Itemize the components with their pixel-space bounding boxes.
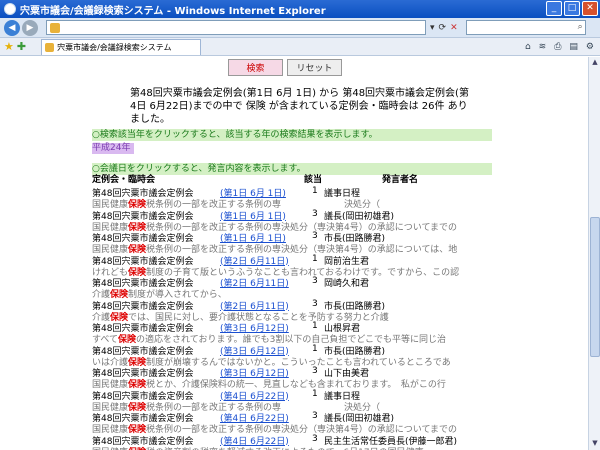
page-icon <box>50 22 60 33</box>
feeds-icon[interactable]: ≋ <box>539 42 547 52</box>
year-link[interactable]: 平成24年 <box>92 143 135 154</box>
row-hit-count: 3 <box>312 298 318 309</box>
window-title-bar: 宍粟市議会/会議録検索システム - Windows Internet Explo… <box>0 0 600 18</box>
add-favorite-icon[interactable]: ✚ <box>17 40 26 53</box>
row-date-link[interactable]: (第2日 6月11日) <box>220 276 289 289</box>
minimize-button[interactable]: _ <box>546 1 562 16</box>
result-row: 第48回宍粟市議会定例会 (第4日 6月22日) 3 民主生活常任委員長(伊藤一郎君)… <box>92 434 532 450</box>
result-row: 第48回宍粟市議会定例会 (第2日 6月11日) 3 岡崎久和君 介護保険制度が導入され… <box>92 276 532 300</box>
scroll-down-icon[interactable]: ▼ <box>590 439 600 449</box>
home-icon[interactable]: ⌂ <box>525 42 531 52</box>
back-button[interactable]: ◀ <box>4 19 20 36</box>
row-hit-count: 3 <box>312 276 318 286</box>
header-meeting: 定例会・臨時会 <box>92 175 156 185</box>
result-row: 第48回宍粟市議会定例会 (第1日 6月 1日) 1 議事日程 国民健康保険税条例の一部… <box>92 186 532 210</box>
page-menu-icon[interactable]: ▤ <box>569 42 578 52</box>
tab-bar: ★ ✚ 宍粟市議会/会議録検索システム ⌂ ≋ ⎙ ▤ ⚙ <box>0 38 600 56</box>
row-hit-count: 3 <box>312 208 318 219</box>
ie-icon <box>4 3 16 15</box>
result-row: 第48回宍粟市議会定例会 (第3日 6月12日) 1 市長(田路勝君) いは介護保険制度… <box>92 343 532 368</box>
row-hit-count: 1 <box>312 388 318 399</box>
result-row: 第48回宍粟市議会定例会 (第3日 6月12日) 1 山根昇君 すべて保険の適応をされて… <box>92 321 532 345</box>
dropdown-icon[interactable]: ▾ <box>430 23 435 33</box>
stop-icon[interactable]: ✕ <box>450 23 458 33</box>
page-content: 検索 リセット 第48回宍粟市議会定例会(第1日 6月 1日) から 第48回宍… <box>0 57 588 450</box>
result-row: 第48回宍粟市議会定例会 (第4日 6月22日) 1 議事日程 国民健康保険税条例の一部… <box>92 388 532 413</box>
url-field[interactable] <box>46 20 426 35</box>
window-title: 宍粟市議会/会議録検索システム - Windows Internet Explo… <box>20 5 326 17</box>
reset-button[interactable]: リセット <box>287 59 342 76</box>
tab-label: 宍粟市議会/会議録検索システム <box>57 42 172 52</box>
year-instruction: ○検索該当年をクリックすると、該当する年の検索結果を表示します。 <box>92 129 492 141</box>
row-snippet: 国民健康保険税の資産割の税率を軽減する改正によるもので、6月17日の国民健康 <box>92 445 424 450</box>
result-row: 第48回宍粟市議会定例会 (第2日 6月11日) 1 岡前治生君 けれども保険制度の子育… <box>92 253 532 278</box>
search-input[interactable]: ⌕ <box>465 20 586 35</box>
favorites-star-icon[interactable]: ★ <box>4 40 14 53</box>
row-speaker: 岡崎久和君 <box>324 279 370 289</box>
tab-current[interactable]: 宍粟市議会/会議録検索システム <box>41 38 202 55</box>
row-hit-count: 3 <box>312 231 318 241</box>
search-icon[interactable]: ⌕ <box>578 22 583 32</box>
refresh-icon[interactable]: ⟳ <box>439 23 447 33</box>
result-summary: 第48回宍粟市議会定例会(第1日 6月 1日) から 第48回宍粟市議会定例会(… <box>130 88 469 125</box>
row-hit-count: 3 <box>312 366 318 376</box>
scroll-up-icon[interactable]: ▲ <box>590 58 600 68</box>
result-row: 第48回宍粟市議会定例会 (第2日 6月11日) 3 市長(田路勝君) 介護保険では、国… <box>92 298 532 323</box>
close-button[interactable]: ✕ <box>582 1 598 16</box>
maximize-button[interactable]: □ <box>564 1 580 16</box>
row-hit-count: 1 <box>312 343 318 354</box>
address-bar: ◀ ▶ ▾ ⟳ ✕ ⌕ <box>0 18 600 38</box>
row-hit-count: 1 <box>312 321 318 331</box>
row-hit-count: 3 <box>312 411 318 421</box>
header-hit: 該当 <box>304 175 323 185</box>
results-list: 第48回宍粟市議会定例会 (第1日 6月 1日) 1 議事日程 国民健康保険税条例の一部… <box>92 186 532 450</box>
row-hit-count: 3 <box>312 433 318 444</box>
result-row: 第48回宍粟市議会定例会 (第1日 6月 1日) 3 議長(岡田初雄君) 国民健康保険税… <box>92 208 532 233</box>
header-speaker: 発言者名 <box>382 175 419 185</box>
results-header: 定例会・臨時会 該当 発言者名 <box>92 174 492 186</box>
scroll-thumb[interactable] <box>590 217 600 357</box>
tab-page-icon <box>45 42 55 52</box>
row-hit-count: 1 <box>312 253 318 264</box>
row-hit-count: 1 <box>312 186 318 196</box>
print-icon[interactable]: ⎙ <box>554 42 561 52</box>
result-row: 第48回宍粟市議会定例会 (第3日 6月12日) 3 山下由美君 国民健康保険税とか、介… <box>92 366 532 390</box>
forward-button[interactable]: ▶ <box>22 19 38 36</box>
search-button[interactable]: 検索 <box>228 59 283 76</box>
vertical-scrollbar[interactable]: ▲ ▼ <box>588 57 600 450</box>
tools-icon[interactable]: ⚙ <box>586 42 594 52</box>
result-row: 第48回宍粟市議会定例会 (第1日 6月 1日) 3 市長(田路勝君) 国民健康保険税条… <box>92 231 532 255</box>
result-row: 第48回宍粟市議会定例会 (第4日 6月22日) 3 議長(岡田初雄君) 国民健康保険税… <box>92 411 532 435</box>
